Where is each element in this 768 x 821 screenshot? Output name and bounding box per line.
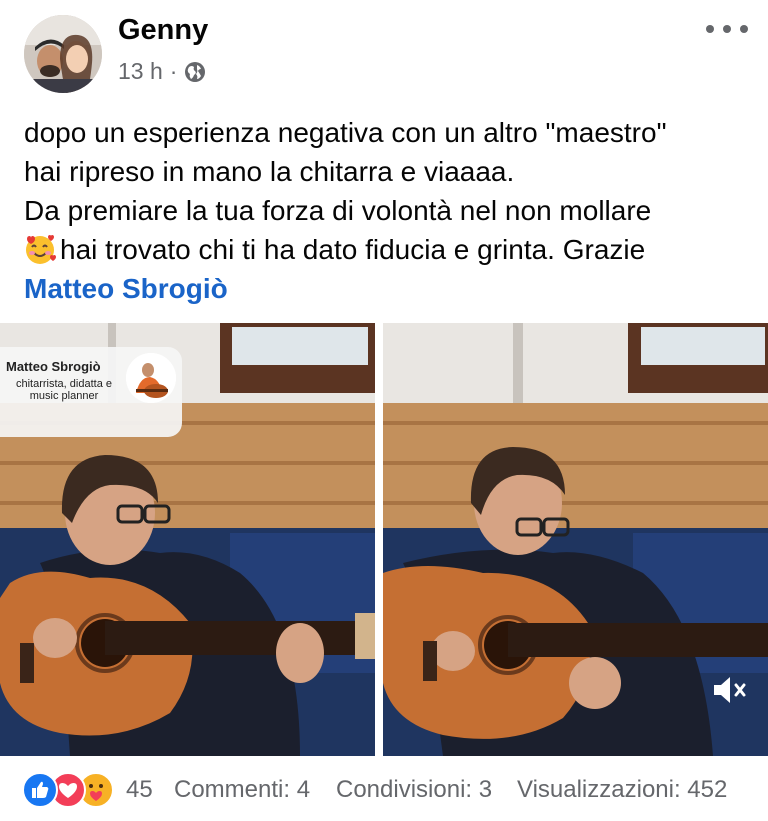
author-avatar[interactable] (24, 15, 102, 93)
like-icon (22, 772, 58, 808)
meta-separator: · (169, 58, 178, 84)
reaction-count[interactable]: 45 (126, 776, 153, 804)
shares-count[interactable]: Condivisioni: 3 (336, 776, 492, 804)
dot-icon (740, 25, 748, 33)
more-options-button[interactable] (706, 14, 748, 44)
badge-subtitle: chitarrista, didatta e music planner (16, 378, 112, 402)
author-name[interactable]: Genny (118, 14, 208, 47)
speaker-muted-icon[interactable] (710, 670, 750, 710)
globe-icon[interactable] (184, 61, 206, 83)
post-text-line: hai ripreso in mano la chitarra e viaaaa… (24, 156, 515, 187)
post-text-line: hai trovato chi ti ha dato fiducia e gri… (60, 234, 646, 265)
post-time[interactable]: 13 h (118, 58, 163, 85)
post-text-line: dopo un esperienza negativa con un altro… (24, 117, 667, 148)
post-footer: 45 Commenti: 4 Condivisioni: 3 Visualizz… (0, 766, 768, 814)
video-frame-left[interactable]: Matteo Sbrogiò chitarrista, didatta e mu… (0, 323, 375, 756)
post-text-line-with-emoji: hai trovato chi ti ha dato fiducia e gri… (24, 230, 754, 269)
smiling-face-with-hearts-icon (24, 233, 56, 265)
post-header: Genny 13 h · (0, 0, 768, 100)
video-frame-right[interactable] (383, 323, 768, 756)
views-count: Visualizzazioni: 452 (517, 776, 728, 803)
comments-count[interactable]: Commenti: 4 (174, 776, 310, 804)
badge-avatar (126, 353, 176, 403)
channel-badge[interactable]: Matteo Sbrogiò chitarrista, didatta e mu… (0, 347, 182, 437)
video-media[interactable]: Matteo Sbrogiò chitarrista, didatta e mu… (0, 323, 768, 756)
mention-link[interactable]: Matteo Sbrogiò (24, 269, 754, 308)
badge-name: Matteo Sbrogiò (6, 359, 101, 374)
dot-icon (723, 25, 731, 33)
post-meta: 13 h · (118, 58, 206, 85)
dot-icon (706, 25, 714, 33)
reactions-summary[interactable] (22, 772, 122, 808)
post-text: dopo un esperienza negativa con un altro… (24, 113, 754, 308)
post-text-line: Da premiare la tua forza di volontà nel … (24, 195, 652, 226)
